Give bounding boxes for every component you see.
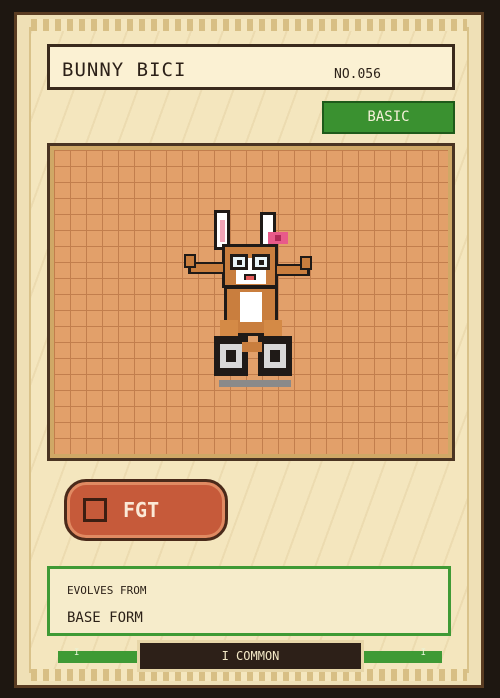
title-box: BUNNY BICI NO.056: [47, 44, 455, 90]
type-pill: FGT: [64, 479, 228, 541]
rarity-label: I COMMON: [137, 640, 364, 672]
evolves-from-box: EVOLVES FROM BASE FORM: [47, 566, 451, 636]
card-name: BUNNY BICI: [62, 59, 187, 81]
evolves-from-value: BASE FORM: [67, 610, 143, 626]
evolves-from-label: EVOLVES FROM: [67, 584, 147, 597]
art-grid-background: [54, 150, 448, 454]
footer-mark-right: I: [420, 648, 426, 658]
bunny-bike-sprite: [184, 210, 312, 387]
type-square-icon: [83, 498, 107, 522]
art-frame: [47, 143, 455, 461]
type-label: FGT: [123, 498, 160, 522]
footer-mark-left: I: [74, 648, 80, 658]
top-ruler-decoration: [31, 19, 467, 31]
card-number: NO.056: [334, 67, 381, 82]
stage-badge: BASIC: [322, 101, 455, 134]
